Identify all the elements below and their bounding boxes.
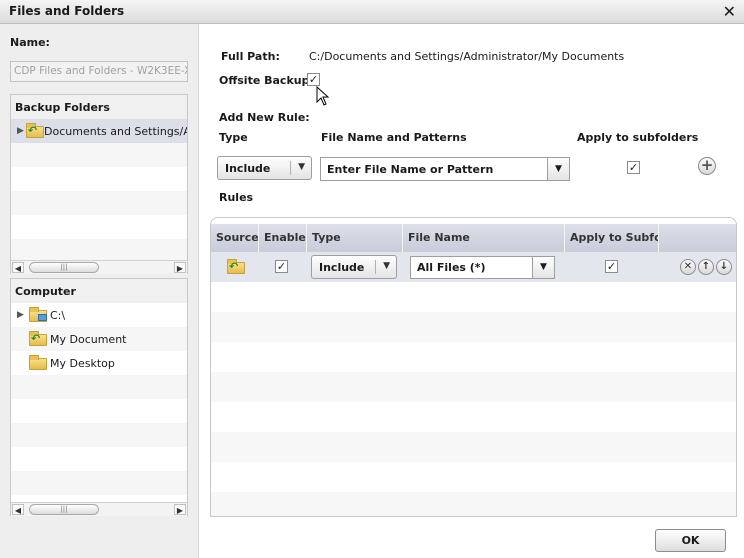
table-row[interactable]: ↶ ✓ Include ▼ All Files (*) ▼ ✓ ✕ ↑ ↓ xyxy=(211,252,736,282)
file-pattern-input[interactable]: Enter File Name or Pattern ▼ xyxy=(320,157,570,181)
empty-row xyxy=(11,423,187,447)
rule-type-select[interactable]: Include ▼ xyxy=(217,156,312,180)
empty-row xyxy=(11,375,187,399)
col-patterns-label: File Name and Patterns xyxy=(321,131,467,144)
cdp-folder-icon: ↶ xyxy=(227,259,245,274)
enable-checkbox[interactable]: ✓ xyxy=(275,260,288,273)
empty-row xyxy=(211,462,736,492)
empty-row xyxy=(211,342,736,372)
full-path-value: C:/Documents and Settings/Administrator/… xyxy=(309,50,625,63)
row-file-name-input[interactable]: All Files (*) ▼ xyxy=(410,256,555,279)
grid-header-enable: Enable xyxy=(259,224,307,252)
backup-folders-header: Backup Folders xyxy=(11,95,187,119)
list-item-label: My Document xyxy=(50,332,127,346)
computer-header: Computer xyxy=(11,279,187,303)
empty-row xyxy=(211,372,736,402)
name-field[interactable]: CDP Files and Folders - W2K3EE-X6 xyxy=(10,61,188,82)
folder-icon xyxy=(29,355,47,370)
list-item[interactable]: ↶ My Document xyxy=(11,327,187,351)
empty-row xyxy=(211,312,736,342)
offsite-backup-label: Offsite Backup: xyxy=(219,74,314,87)
list-item-label: C:/Documents and Settings/A xyxy=(28,124,187,138)
empty-row xyxy=(11,471,187,495)
chevron-down-icon[interactable]: ▼ xyxy=(532,257,554,278)
add-rule-icon[interactable]: + xyxy=(698,157,716,175)
empty-row xyxy=(11,167,187,191)
delete-rule-icon[interactable]: ✕ xyxy=(680,259,696,275)
horizontal-scrollbar[interactable]: ◀ ||| ▶ xyxy=(11,502,187,516)
empty-row xyxy=(11,239,187,260)
empty-row xyxy=(11,495,187,502)
grid-header-source: Source xyxy=(211,224,259,252)
empty-row xyxy=(211,402,736,432)
apply-subfolders-checkbox[interactable]: ✓ xyxy=(627,161,640,174)
chevron-down-icon: ▼ xyxy=(298,162,305,172)
ok-button[interactable]: OK xyxy=(655,529,726,552)
window-title: Files and Folders xyxy=(9,4,125,18)
move-up-icon[interactable]: ↑ xyxy=(698,259,714,275)
mouse-cursor-icon xyxy=(316,86,330,106)
empty-row xyxy=(11,215,187,239)
list-item[interactable]: ▶ ↶ C:/Documents and Settings/A xyxy=(11,119,187,143)
empty-row xyxy=(211,432,736,462)
cdp-folder-icon: ↶ xyxy=(29,331,47,346)
rules-grid: Source Enable Type File Name Apply to Su… xyxy=(210,217,737,517)
scroll-thumb[interactable]: ||| xyxy=(29,504,99,515)
empty-row xyxy=(211,282,736,312)
col-type-label: Type xyxy=(219,131,248,144)
computer-panel: Computer ▶ C:\ ↶ My Document My Desktop xyxy=(10,278,188,516)
add-new-rule-label: Add New Rule: xyxy=(219,111,310,124)
scroll-right-icon[interactable]: ▶ xyxy=(174,504,186,515)
row-file-name-value: All Files (*) xyxy=(417,261,486,274)
list-item-label: My Desktop xyxy=(50,356,115,370)
scroll-left-icon[interactable]: ◀ xyxy=(12,504,24,515)
name-label: Name: xyxy=(10,36,50,49)
empty-row xyxy=(11,191,187,215)
backup-folders-panel: Backup Folders ▶ ↶ C:/Documents and Sett… xyxy=(10,94,188,274)
expand-icon[interactable]: ▶ xyxy=(17,126,24,136)
backup-folders-list: ▶ ↶ C:/Documents and Settings/A xyxy=(11,119,187,260)
scroll-left-icon[interactable]: ◀ xyxy=(12,262,24,273)
chevron-down-icon[interactable]: ▼ xyxy=(547,158,569,180)
chevron-down-icon: ▼ xyxy=(383,261,390,271)
rule-type-value: Include xyxy=(225,162,271,175)
row-apply-checkbox[interactable]: ✓ xyxy=(605,260,618,273)
move-down-icon[interactable]: ↓ xyxy=(716,259,732,275)
row-type-select[interactable]: Include ▼ xyxy=(311,255,397,279)
list-item[interactable]: ▶ C:\ xyxy=(11,303,187,327)
close-icon[interactable]: ✕ xyxy=(723,2,736,21)
scroll-right-icon[interactable]: ▶ xyxy=(174,262,186,273)
empty-row xyxy=(211,492,736,516)
empty-row xyxy=(11,447,187,471)
rules-label: Rules xyxy=(219,191,254,204)
grid-header-apply: Apply to Subfolders xyxy=(565,224,659,252)
left-pane: Name: CDP Files and Folders - W2K3EE-X6 … xyxy=(0,24,199,558)
list-item[interactable]: My Desktop xyxy=(11,351,187,375)
grid-header-actions xyxy=(659,224,736,252)
list-item-label: C:\ xyxy=(50,308,66,322)
col-apply-label: Apply to subfolders xyxy=(577,131,699,144)
scroll-thumb[interactable]: ||| xyxy=(29,262,99,273)
drive-folder-icon xyxy=(29,307,47,322)
expand-icon[interactable]: ▶ xyxy=(17,310,27,320)
horizontal-scrollbar[interactable]: ◀ ||| ▶ xyxy=(11,260,187,274)
grid-header-file-name: File Name xyxy=(403,224,565,252)
file-pattern-placeholder: Enter File Name or Pattern xyxy=(327,163,494,176)
full-path-label: Full Path: xyxy=(221,50,280,63)
offsite-backup-checkbox[interactable]: ✓ xyxy=(307,73,320,86)
row-type-value: Include xyxy=(319,261,365,274)
computer-list: ▶ C:\ ↶ My Document My Desktop xyxy=(11,303,187,502)
grid-header: Source Enable Type File Name Apply to Su… xyxy=(211,224,736,252)
empty-row xyxy=(11,143,187,167)
grid-header-type: Type xyxy=(307,224,403,252)
title-bar: Files and Folders ✕ xyxy=(0,0,744,24)
empty-row xyxy=(11,399,187,423)
